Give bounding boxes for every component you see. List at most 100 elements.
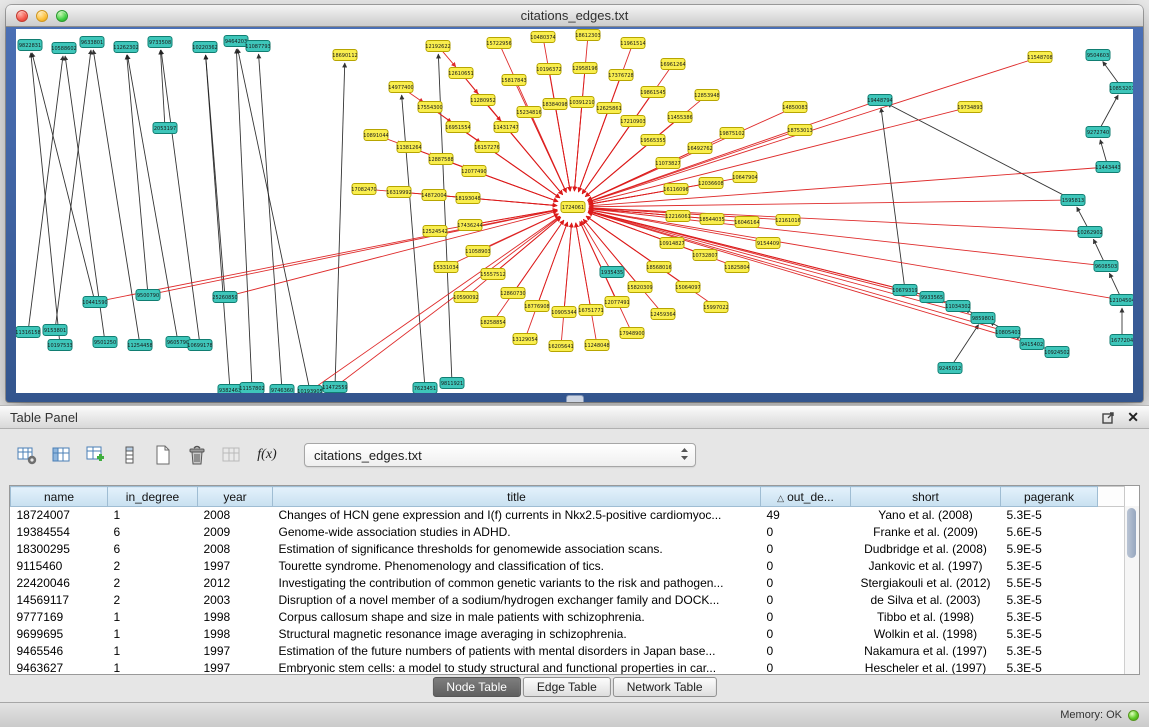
table-cell[interactable]: 0: [761, 541, 851, 558]
table-cell[interactable]: de Silva et al. (2003): [851, 592, 1001, 609]
table-cell[interactable]: 0: [761, 626, 851, 643]
table-cell[interactable]: Yano et al. (2008): [851, 507, 1001, 525]
table-scrollbar-thumb[interactable]: [1127, 508, 1136, 558]
table-cell[interactable]: 9699695: [11, 626, 108, 643]
table-cell[interactable]: Structural magnetic resonance image aver…: [273, 626, 761, 643]
table-cell[interactable]: 0: [761, 524, 851, 541]
table-cell[interactable]: 9777169: [11, 609, 108, 626]
table-cell[interactable]: Jankovic et al. (1997): [851, 558, 1001, 575]
table-cell[interactable]: 9115460: [11, 558, 108, 575]
table-cell[interactable]: 2009: [198, 524, 273, 541]
window-resize-nub[interactable]: [566, 395, 584, 402]
table-source-dropdown[interactable]: citations_edges.txt: [304, 443, 696, 467]
table-cell[interactable]: Estimation of significance thresholds fo…: [273, 541, 761, 558]
table-cell[interactable]: 6: [108, 541, 198, 558]
table-cell[interactable]: 0: [761, 609, 851, 626]
table-cell[interactable]: Tourette syndrome. Phenomenology and cla…: [273, 558, 761, 575]
table-cell[interactable]: Estimation of the future numbers of pati…: [273, 643, 761, 660]
column-picker-button[interactable]: [116, 442, 142, 468]
table-row[interactable]: 1830029562008Estimation of significance …: [11, 541, 1125, 558]
table-cell[interactable]: 2008: [198, 507, 273, 525]
table-cell[interactable]: 9465546: [11, 643, 108, 660]
table-row[interactable]: 2242004622012Investigating the contribut…: [11, 575, 1125, 592]
table-row[interactable]: 969969511998Structural magnetic resonanc…: [11, 626, 1125, 643]
table-cell[interactable]: Genome-wide association studies in ADHD.: [273, 524, 761, 541]
table-scrollbar[interactable]: [1124, 506, 1139, 674]
table-cell[interactable]: 18724007: [11, 507, 108, 525]
table-cell[interactable]: 0: [761, 575, 851, 592]
table-cell[interactable]: 1: [108, 626, 198, 643]
table-cell[interactable]: 2: [108, 592, 198, 609]
table-cell[interactable]: Investigating the contribution of common…: [273, 575, 761, 592]
table-cell[interactable]: 5.3E-5: [1001, 660, 1098, 675]
table-cell[interactable]: 22420046: [11, 575, 108, 592]
table-cell[interactable]: 5.3E-5: [1001, 609, 1098, 626]
table-row[interactable]: 946362711997Embryonic stem cells: a mode…: [11, 660, 1125, 675]
table-cell[interactable]: 1997: [198, 660, 273, 675]
table-cell[interactable]: 2008: [198, 541, 273, 558]
table-row[interactable]: 977716911998Corpus callosum shape and si…: [11, 609, 1125, 626]
table-cell[interactable]: 1997: [198, 643, 273, 660]
table-cell[interactable]: Corpus callosum shape and size in male p…: [273, 609, 761, 626]
column-header-title[interactable]: title: [273, 487, 761, 507]
table-edit-rows-button[interactable]: [82, 442, 108, 468]
table-row[interactable]: 946554611997Estimation of the future num…: [11, 643, 1125, 660]
table-cell[interactable]: 0: [761, 643, 851, 660]
table-cell[interactable]: 19384554: [11, 524, 108, 541]
column-header-short[interactable]: short: [851, 487, 1001, 507]
tab-network-table[interactable]: Network Table: [613, 677, 717, 697]
table-cell[interactable]: 9463627: [11, 660, 108, 675]
table-cell[interactable]: Nakamura et al. (1997): [851, 643, 1001, 660]
tab-edge-table[interactable]: Edge Table: [523, 677, 611, 697]
table-columns-button[interactable]: [48, 442, 74, 468]
table-cell[interactable]: 5.6E-5: [1001, 524, 1098, 541]
table-cell[interactable]: 1998: [198, 626, 273, 643]
table-cell[interactable]: 18300295: [11, 541, 108, 558]
table-cell[interactable]: 2003: [198, 592, 273, 609]
table-row[interactable]: 911546021997Tourette syndrome. Phenomeno…: [11, 558, 1125, 575]
table-cell[interactable]: Stergiakouli et al. (2012): [851, 575, 1001, 592]
table-cell[interactable]: 5.3E-5: [1001, 507, 1098, 525]
table-settings-button[interactable]: [14, 442, 40, 468]
delete-button[interactable]: [184, 442, 210, 468]
table-cell[interactable]: Hescheler et al. (1997): [851, 660, 1001, 675]
table-cell[interactable]: Disruption of a novel member of a sodium…: [273, 592, 761, 609]
table-cell[interactable]: 5.3E-5: [1001, 643, 1098, 660]
table-cell[interactable]: 6: [108, 524, 198, 541]
table-cell[interactable]: 0: [761, 660, 851, 675]
table-cell[interactable]: Wolkin et al. (1998): [851, 626, 1001, 643]
column-header-pagerank[interactable]: pagerank: [1001, 487, 1098, 507]
table-cell[interactable]: 1: [108, 660, 198, 675]
table-cell[interactable]: 1: [108, 609, 198, 626]
minimize-window-button[interactable]: [36, 10, 48, 22]
table-cell[interactable]: 2: [108, 575, 198, 592]
network-window-titlebar[interactable]: citations_edges.txt: [6, 5, 1143, 27]
table-cell[interactable]: 1997: [198, 558, 273, 575]
table-cell[interactable]: 5.3E-5: [1001, 558, 1098, 575]
table-cell[interactable]: 49: [761, 507, 851, 525]
table-cell[interactable]: 0: [761, 592, 851, 609]
table-cell[interactable]: 1: [108, 507, 198, 525]
table-cell[interactable]: 1: [108, 643, 198, 660]
close-window-button[interactable]: [16, 10, 28, 22]
network-graph[interactable]: 1724061181930481207749016157276114317471…: [16, 29, 1133, 393]
table-cell[interactable]: Changes of HCN gene expression and I(f) …: [273, 507, 761, 525]
table-row[interactable]: 1872400712008Changes of HCN gene express…: [11, 507, 1125, 525]
import-table-button[interactable]: [218, 442, 244, 468]
table-cell[interactable]: 2: [108, 558, 198, 575]
table-cell[interactable]: 5.3E-5: [1001, 626, 1098, 643]
table-cell[interactable]: Tibbo et al. (1998): [851, 609, 1001, 626]
column-header-name[interactable]: name: [11, 487, 108, 507]
table-cell[interactable]: 0: [761, 558, 851, 575]
table-row[interactable]: 1456911722003Disruption of a novel membe…: [11, 592, 1125, 609]
table-cell[interactable]: 5.9E-5: [1001, 541, 1098, 558]
table-cell[interactable]: Franke et al. (2009): [851, 524, 1001, 541]
column-header-year[interactable]: year: [198, 487, 273, 507]
column-header-out_de[interactable]: △out_de...: [761, 487, 851, 507]
table-cell[interactable]: Embryonic stem cells: a model to study s…: [273, 660, 761, 675]
network-canvas[interactable]: 1724061181930481207749016157276114317471…: [16, 29, 1133, 393]
tab-node-table[interactable]: Node Table: [432, 677, 521, 697]
table-cell[interactable]: 5.3E-5: [1001, 592, 1098, 609]
table-cell[interactable]: 1998: [198, 609, 273, 626]
table-cell[interactable]: 2012: [198, 575, 273, 592]
